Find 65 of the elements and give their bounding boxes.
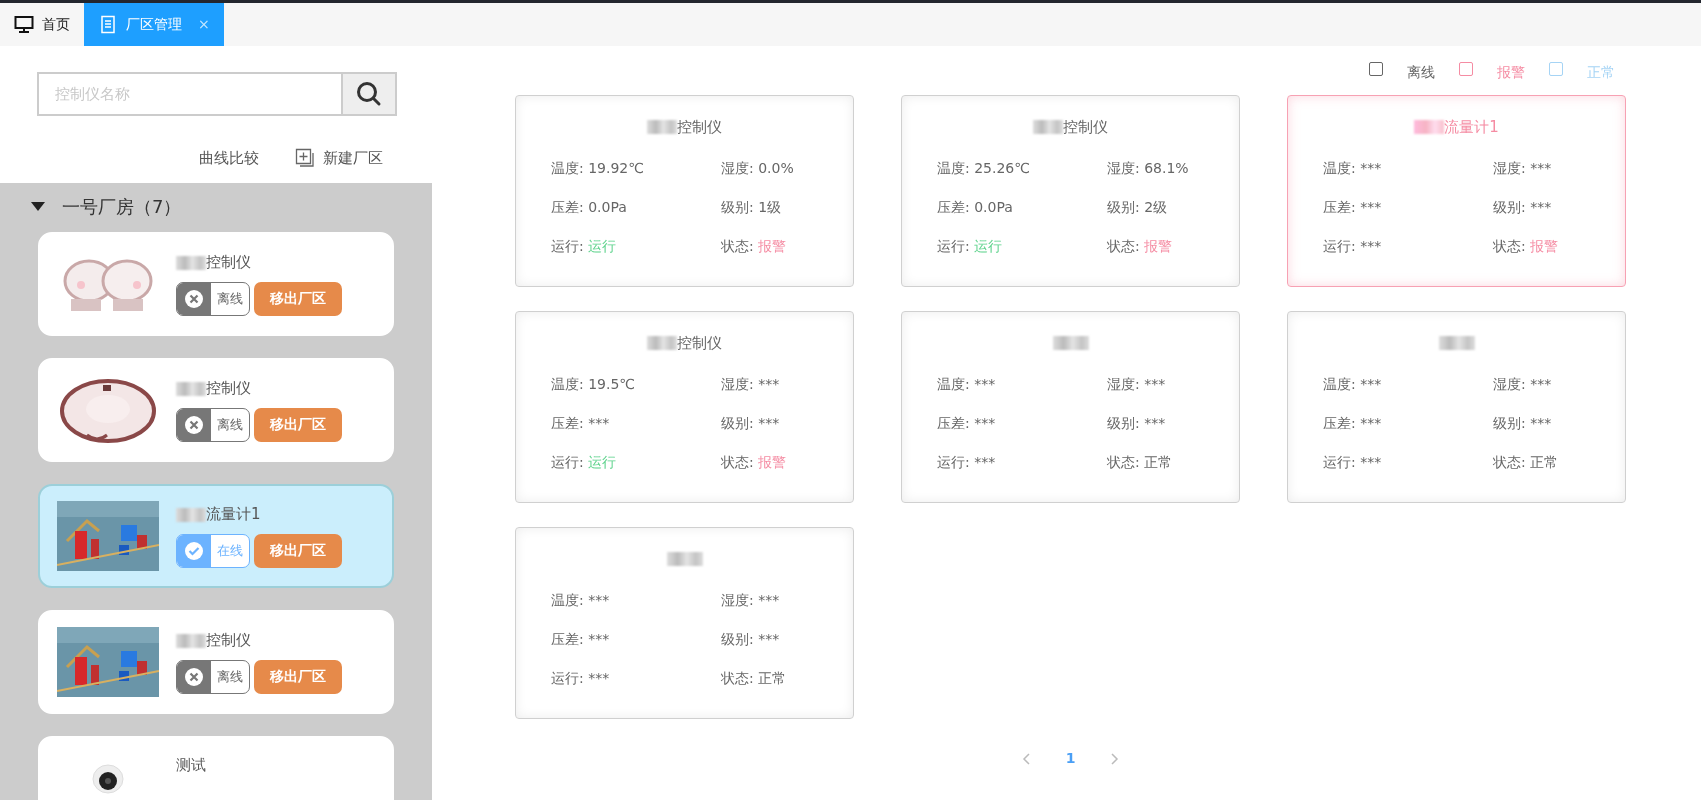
device-card[interactable]: 控制仪 离线 移出厂区 [38, 609, 394, 714]
field-text: 级别: 2级 [1107, 198, 1169, 217]
device-name: 控制仪 [206, 630, 251, 652]
device-card[interactable]: 控制仪 离线 移出厂区 [38, 231, 394, 336]
card-title: 控制仪 [677, 332, 722, 354]
field-text: 运行: 运行 [937, 237, 1004, 256]
group-title[interactable]: 一号厂房（7） [62, 192, 182, 220]
field-text: 状态: 正常 [721, 669, 788, 688]
device-card[interactable]: 控制仪 离线 移出厂区 [38, 357, 394, 462]
legend-label: 离线 [1407, 63, 1435, 82]
field-text: 压差: *** [551, 414, 611, 433]
tab[interactable]: 首页 [0, 3, 84, 46]
field-text: 温度: 19.5℃ [551, 375, 637, 394]
field-text: 运行: *** [1323, 237, 1383, 256]
field-text: 级别: *** [721, 414, 781, 433]
field-text: 级别: *** [1107, 414, 1167, 433]
card-title: 控制仪 [1063, 116, 1108, 138]
field-text: 湿度: *** [721, 375, 781, 394]
field-text: 湿度: 0.0% [721, 159, 795, 178]
field-text: 温度: *** [1323, 375, 1383, 394]
field-text: 温度: *** [551, 591, 611, 610]
field-text: 状态: 正常 [1107, 453, 1174, 472]
field-text: 温度: *** [1323, 159, 1383, 178]
field-text: 级别: *** [1493, 198, 1553, 217]
status-toggle[interactable]: 离线 [176, 407, 250, 442]
card-title: 流量计1 [1444, 116, 1499, 138]
field-text: 湿度: *** [721, 591, 781, 610]
device-name: 控制仪 [206, 378, 251, 400]
field-text: 压差: 0.0Pa [551, 198, 628, 217]
device-name: 控制仪 [206, 252, 251, 274]
toolbar-button[interactable]: 新建厂区 [289, 146, 389, 171]
field-text: 运行: 运行 [551, 237, 618, 256]
field-text: 状态: 正常 [1493, 453, 1560, 472]
field-text: 温度: 19.92℃ [551, 159, 645, 178]
status-toggle[interactable]: 离线 [176, 659, 250, 694]
field-text: 运行: *** [1323, 453, 1383, 472]
legend-label: 报警 [1497, 63, 1525, 82]
field-text: 湿度: *** [1107, 375, 1167, 394]
field-text: 湿度: *** [1493, 159, 1553, 178]
field-text: 状态: 报警 [721, 453, 788, 472]
field-text: 湿度: 68.1% [1107, 159, 1190, 178]
field-text: 运行: *** [937, 453, 997, 472]
field-text: 压差: *** [551, 630, 611, 649]
field-text: 运行: *** [551, 669, 611, 688]
field-text: 压差: *** [1323, 198, 1383, 217]
card-title: 控制仪 [677, 116, 722, 138]
field-text: 状态: 报警 [1493, 237, 1560, 256]
field-text: 温度: 25.26℃ [937, 159, 1031, 178]
field-text: 运行: 运行 [551, 453, 618, 472]
field-text: 级别: *** [721, 630, 781, 649]
field-text: 湿度: *** [1493, 375, 1553, 394]
status-toggle[interactable]: 离线 [176, 281, 250, 316]
field-text: 压差: 0.0Pa [937, 198, 1014, 217]
field-text: 压差: *** [1323, 414, 1383, 433]
field-text: 状态: 报警 [721, 237, 788, 256]
field-text: 级别: 1级 [721, 198, 783, 217]
toolbar-button[interactable]: 曲线比较 [193, 146, 265, 171]
field-text: 状态: 报警 [1107, 237, 1174, 256]
legend-label: 正常 [1587, 63, 1615, 82]
device-name: 测试 [176, 754, 206, 776]
device-name: 流量计1 [206, 504, 261, 526]
field-text: 温度: *** [937, 375, 997, 394]
field-text: 压差: *** [937, 414, 997, 433]
device-card[interactable]: 测试 [38, 735, 394, 800]
field-text: 级别: *** [1493, 414, 1553, 433]
